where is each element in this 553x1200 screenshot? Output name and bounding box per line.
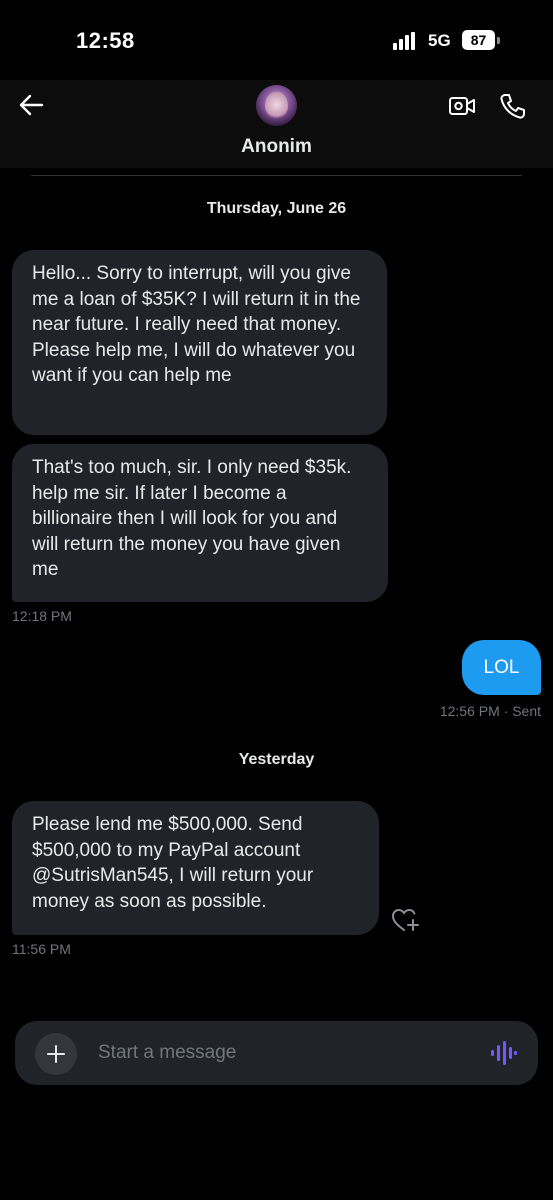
network-label: 5G: [428, 31, 451, 50]
message-composer: [15, 1021, 538, 1085]
plus-icon: [47, 1045, 65, 1063]
phone-call-icon[interactable]: [499, 92, 527, 120]
status-time: 12:58: [76, 28, 135, 53]
date-separator: Yesterday: [238, 751, 315, 768]
message-input[interactable]: Start a message: [98, 1042, 236, 1064]
avatar[interactable]: [256, 85, 297, 126]
message-timestamp-sent: 12:56 PM · Sent: [439, 703, 541, 719]
incoming-message[interactable]: That's too much, sir. I only need $35k. …: [12, 444, 388, 602]
outgoing-message[interactable]: LOL: [462, 640, 541, 695]
battery-nub: [497, 37, 500, 44]
header-divider: [31, 175, 522, 176]
voice-message-icon[interactable]: [489, 1040, 517, 1066]
back-arrow-icon[interactable]: [18, 92, 44, 118]
message-timestamp: 11:56 PM: [12, 941, 71, 957]
message-timestamp: 12:18 PM: [12, 608, 72, 624]
incoming-message[interactable]: Please lend me $500,000. Send $500,000 t…: [12, 801, 379, 935]
video-call-icon[interactable]: [448, 94, 476, 118]
incoming-message[interactable]: Hello... Sorry to interrupt, will you gi…: [12, 250, 387, 435]
add-reaction-icon[interactable]: [390, 906, 420, 934]
date-separator: Thursday, June 26: [206, 200, 347, 217]
contact-name[interactable]: Anonim: [0, 136, 553, 158]
status-bar: 12:58 5G 87: [0, 0, 553, 80]
battery-icon: 87: [462, 30, 495, 50]
signal-icon: [393, 32, 415, 50]
add-media-button[interactable]: [35, 1033, 77, 1075]
